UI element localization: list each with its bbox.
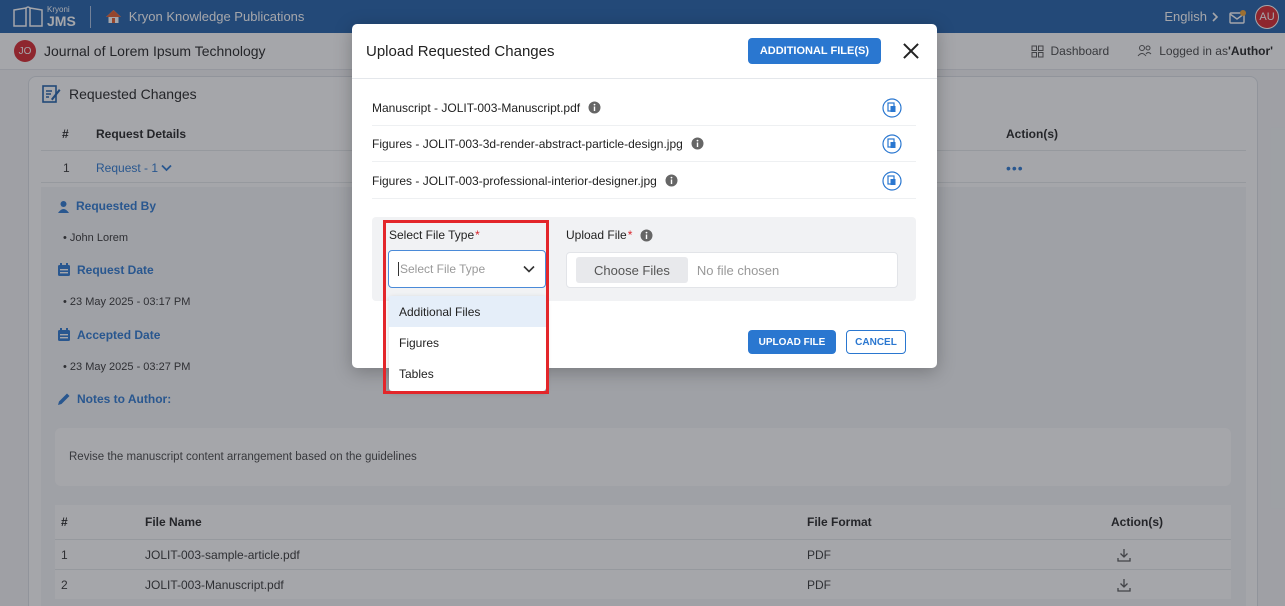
list-item: Figures - JOLIT-003-professional-interio… [372, 163, 916, 199]
highlight-box [383, 220, 549, 394]
info-icon[interactable] [665, 174, 678, 187]
upload-file-button[interactable]: UPLOAD FILE [748, 330, 836, 354]
info-icon[interactable] [691, 137, 704, 150]
list-item: Manuscript - JOLIT-003-Manuscript.pdf [372, 90, 916, 126]
info-icon[interactable] [588, 101, 601, 114]
close-icon[interactable] [903, 43, 919, 59]
modal-title: Upload Requested Changes [366, 42, 555, 60]
file-type: Figures - [372, 136, 420, 151]
file-name: JOLIT-003-Manuscript.pdf [441, 100, 581, 115]
file-name: JOLIT-003-3d-render-abstract-particle-de… [422, 136, 683, 151]
replace-file-icon[interactable] [882, 170, 902, 191]
info-icon[interactable] [640, 229, 653, 242]
upload-file-label: Upload File * [566, 228, 653, 242]
cancel-button[interactable]: CANCEL [846, 330, 906, 354]
replace-file-icon[interactable] [882, 97, 902, 118]
choose-files-button[interactable]: Choose Files [576, 257, 688, 283]
list-item: Figures - JOLIT-003-3d-render-abstract-p… [372, 126, 916, 162]
file-type: Manuscript - [372, 100, 439, 115]
file-upload-input[interactable]: Choose Files No file chosen [566, 252, 898, 288]
replace-file-icon[interactable] [882, 133, 902, 154]
file-name: JOLIT-003-professional-interior-designer… [422, 173, 657, 188]
additional-files-button[interactable]: ADDITIONAL FILE(S) [747, 38, 881, 64]
file-type: Figures - [372, 173, 420, 188]
no-file-text: No file chosen [696, 262, 780, 278]
